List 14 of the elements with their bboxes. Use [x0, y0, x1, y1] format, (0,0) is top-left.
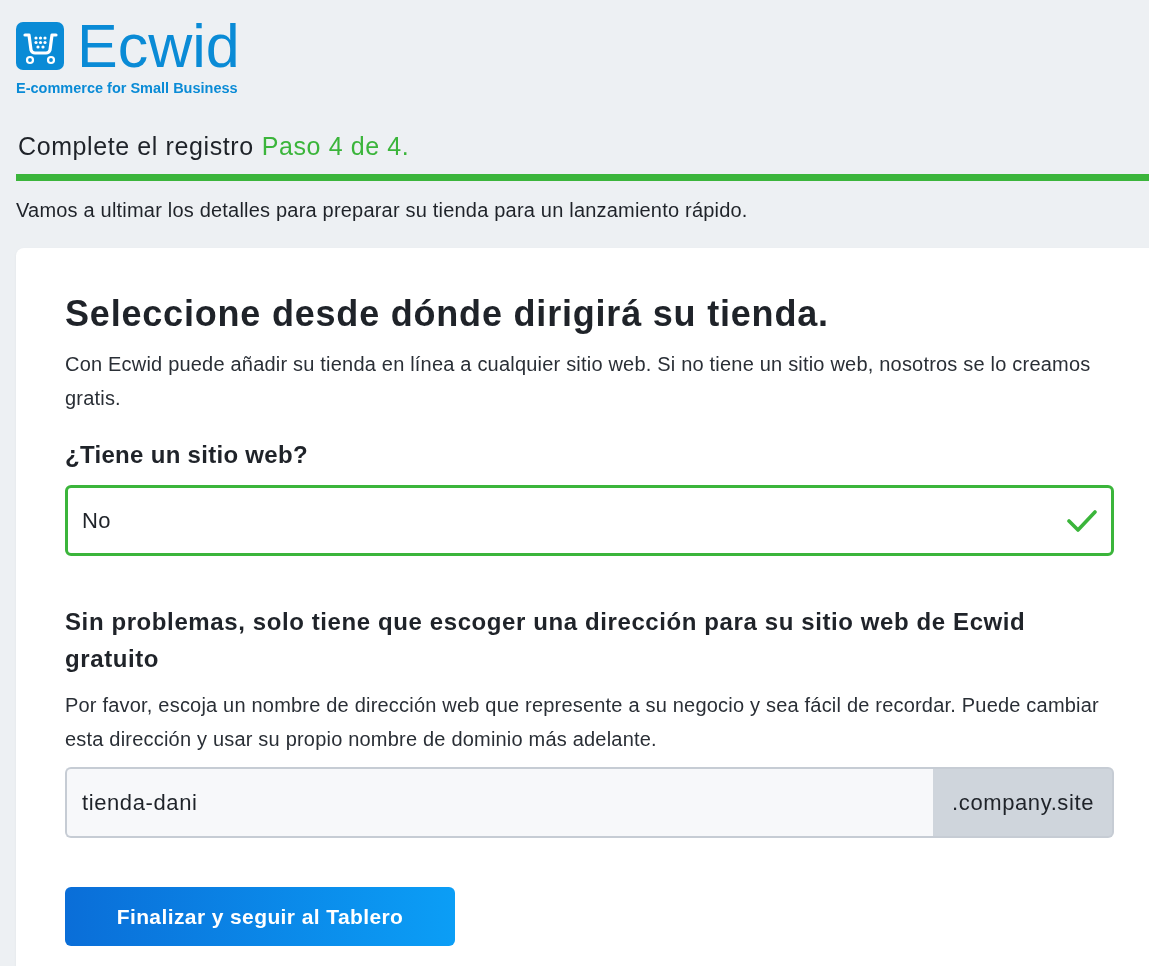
website-question-label: ¿Tiene un sitio web? [65, 440, 309, 470]
address-heading: Sin problemas, solo tiene que escoger una dirección para su sitio web de Ecwid gratuito [65, 607, 1027, 674]
cart-logo-icon [16, 22, 64, 70]
check-icon [1067, 508, 1097, 533]
card-heading: Seleccione desde dónde dirigirá su tienda. [65, 292, 830, 336]
website-select[interactable]: No [65, 485, 1114, 556]
step-counter: Paso 4 de 4. [261, 131, 410, 161]
logo-tagline: E-commerce for Small Business [16, 80, 238, 96]
finish-button[interactable]: Finalizar y seguir al Tablero [65, 887, 455, 946]
logo-wordmark: Ecwid [77, 22, 240, 70]
card-description: Con Ecwid puede añadir su tienda en línea a cualquier sitio web. Si no tiene un sitio web, nosotros se lo creamos gratis. [65, 352, 1092, 411]
address-description: Por favor, escoja un nombre de dirección web que represente a su negocio y sea fácil de recordar. Puede cambiar esta dirección y usar su propio nombre de dominio más adelante. [65, 693, 1100, 752]
registration-title: Complete el registro [18, 131, 254, 161]
intro-text: Vamos a ultimar los detalles para preparar su tienda para un lanzamiento rápido. [16, 198, 749, 222]
